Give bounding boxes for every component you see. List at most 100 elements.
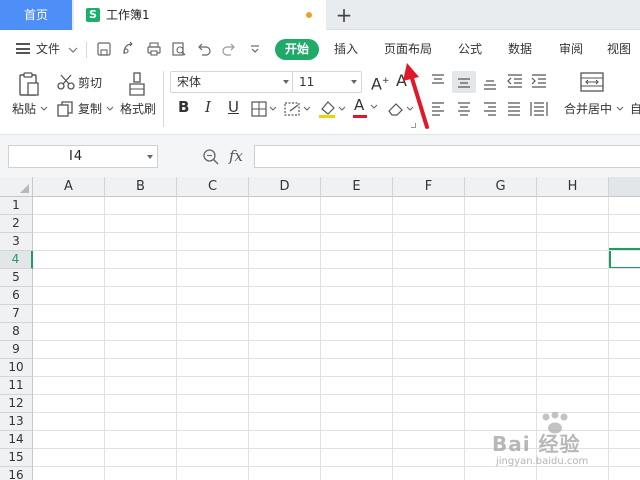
column-header[interactable]: A <box>33 177 105 197</box>
increase-indent-icon[interactable] <box>530 73 548 89</box>
paste-button[interactable]: 粘贴 <box>12 101 48 117</box>
distributed-icon[interactable] <box>530 101 548 117</box>
underline-button[interactable]: U <box>228 99 239 115</box>
row-header[interactable]: 4 <box>0 251 33 269</box>
row-header[interactable]: 6 <box>0 287 33 305</box>
column-header[interactable]: D <box>249 177 321 197</box>
column-gridline <box>104 197 105 480</box>
cell-style-icon[interactable] <box>284 101 312 117</box>
select-all-corner[interactable] <box>0 177 33 197</box>
column-header[interactable]: B <box>105 177 177 197</box>
column-header[interactable]: C <box>177 177 249 197</box>
formula-input[interactable] <box>254 145 640 168</box>
row-header[interactable]: 12 <box>0 395 33 413</box>
row-header[interactable]: 9 <box>0 341 33 359</box>
row-header[interactable]: 8 <box>0 323 33 341</box>
row-gridline <box>33 286 640 287</box>
row-gridline <box>33 250 640 251</box>
align-center-icon[interactable] <box>456 101 472 117</box>
scissors-icon[interactable] <box>57 74 75 90</box>
name-box[interactable]: I4 <box>8 145 158 168</box>
output-icon[interactable] <box>121 41 137 57</box>
font-size-select[interactable]: 11 <box>292 71 362 93</box>
font-color-button[interactable]: A <box>352 97 380 119</box>
grow-font-button[interactable]: A+ <box>371 73 390 92</box>
column-gridline <box>392 197 393 480</box>
row-header[interactable]: 2 <box>0 215 33 233</box>
border-icon[interactable] <box>251 101 277 117</box>
row-header[interactable]: 10 <box>0 359 33 377</box>
cell-reference: I4 <box>69 149 84 164</box>
cut-label[interactable]: 剪切 <box>78 75 102 91</box>
row-header[interactable]: 11 <box>0 377 33 395</box>
row-gridline <box>33 376 640 377</box>
italic-button[interactable]: I <box>205 99 211 115</box>
zoom-search-icon[interactable] <box>202 148 220 166</box>
justify-icon[interactable] <box>506 101 522 117</box>
tab-insert[interactable]: 插入 <box>334 31 358 67</box>
tab-data[interactable]: 数据 <box>508 31 532 67</box>
chevron-down-icon <box>147 155 153 159</box>
print-icon[interactable] <box>146 41 162 57</box>
merge-center-label: 合并居中 <box>564 102 613 116</box>
format-painter-icon[interactable] <box>127 71 147 97</box>
merge-center-icon[interactable] <box>579 71 605 93</box>
row-header[interactable]: 3 <box>0 233 33 251</box>
font-color-swatch <box>353 115 367 118</box>
watermark-url: jingyan.baidu.com <box>496 456 589 467</box>
align-right-icon[interactable] <box>482 101 498 117</box>
tab-review[interactable]: 审阅 <box>559 31 583 67</box>
column-header-active[interactable] <box>609 177 640 197</box>
chevron-down-icon <box>106 106 114 111</box>
home-tab[interactable]: 首页 <box>0 0 72 30</box>
row-gridline <box>33 232 640 233</box>
column-gridline <box>320 197 321 480</box>
insert-function-button[interactable]: fx <box>229 145 243 168</box>
font-name-select[interactable]: 宋体 <box>170 71 294 93</box>
undo-icon[interactable] <box>196 41 212 57</box>
select-all-triangle-icon <box>20 184 29 193</box>
row-header[interactable]: 14 <box>0 431 33 449</box>
row-header[interactable]: 16 <box>0 467 33 480</box>
column-header[interactable]: E <box>321 177 393 197</box>
format-painter-label[interactable]: 格式刷 <box>120 101 156 117</box>
row-gridline <box>33 340 640 341</box>
decrease-indent-icon[interactable] <box>506 73 524 89</box>
column-header[interactable]: G <box>465 177 537 197</box>
copy-button[interactable]: 复制 <box>78 101 114 117</box>
selected-cell[interactable] <box>609 248 640 269</box>
baidu-watermark: Bai 经验 jingyan.baidu.com <box>492 412 632 474</box>
row-header[interactable]: 13 <box>0 413 33 431</box>
divider <box>163 71 164 127</box>
fill-color-icon[interactable] <box>318 99 346 119</box>
formula-bar: I4 fx <box>0 135 640 177</box>
tab-view[interactable]: 视图 <box>607 31 631 67</box>
row-gridline <box>33 304 640 305</box>
row-header[interactable]: 15 <box>0 449 33 467</box>
merge-center-button[interactable]: 合并居中 <box>564 101 624 117</box>
document-tab[interactable]: S 工作簿1 <box>74 0 326 30</box>
file-menu[interactable]: 文件 <box>36 31 78 67</box>
row-header[interactable]: 5 <box>0 269 33 287</box>
row-header[interactable]: 1 <box>0 197 33 215</box>
unsaved-dot-icon <box>306 12 312 18</box>
auto-wrap-button[interactable]: 自 <box>630 101 640 117</box>
redo-icon[interactable] <box>221 41 237 57</box>
align-bottom-icon[interactable] <box>482 75 498 91</box>
copy-icon[interactable] <box>57 101 73 117</box>
new-tab-button[interactable]: + <box>334 2 354 28</box>
print-preview-icon[interactable] <box>171 41 187 57</box>
column-header[interactable]: H <box>537 177 609 197</box>
chevron-down-icon <box>616 106 624 111</box>
font-color-label: A <box>354 96 365 114</box>
save-icon[interactable] <box>96 41 112 57</box>
tab-start[interactable]: 开始 <box>275 39 319 60</box>
spreadsheet-icon: S <box>86 8 100 22</box>
paste-icon[interactable] <box>17 71 41 97</box>
menu-icon[interactable] <box>16 43 30 54</box>
customize-toolbar-icon[interactable] <box>247 41 263 57</box>
tab-formulas[interactable]: 公式 <box>458 31 482 67</box>
column-header[interactable]: F <box>393 177 465 197</box>
bold-button[interactable]: B <box>178 99 189 115</box>
row-header[interactable]: 7 <box>0 305 33 323</box>
